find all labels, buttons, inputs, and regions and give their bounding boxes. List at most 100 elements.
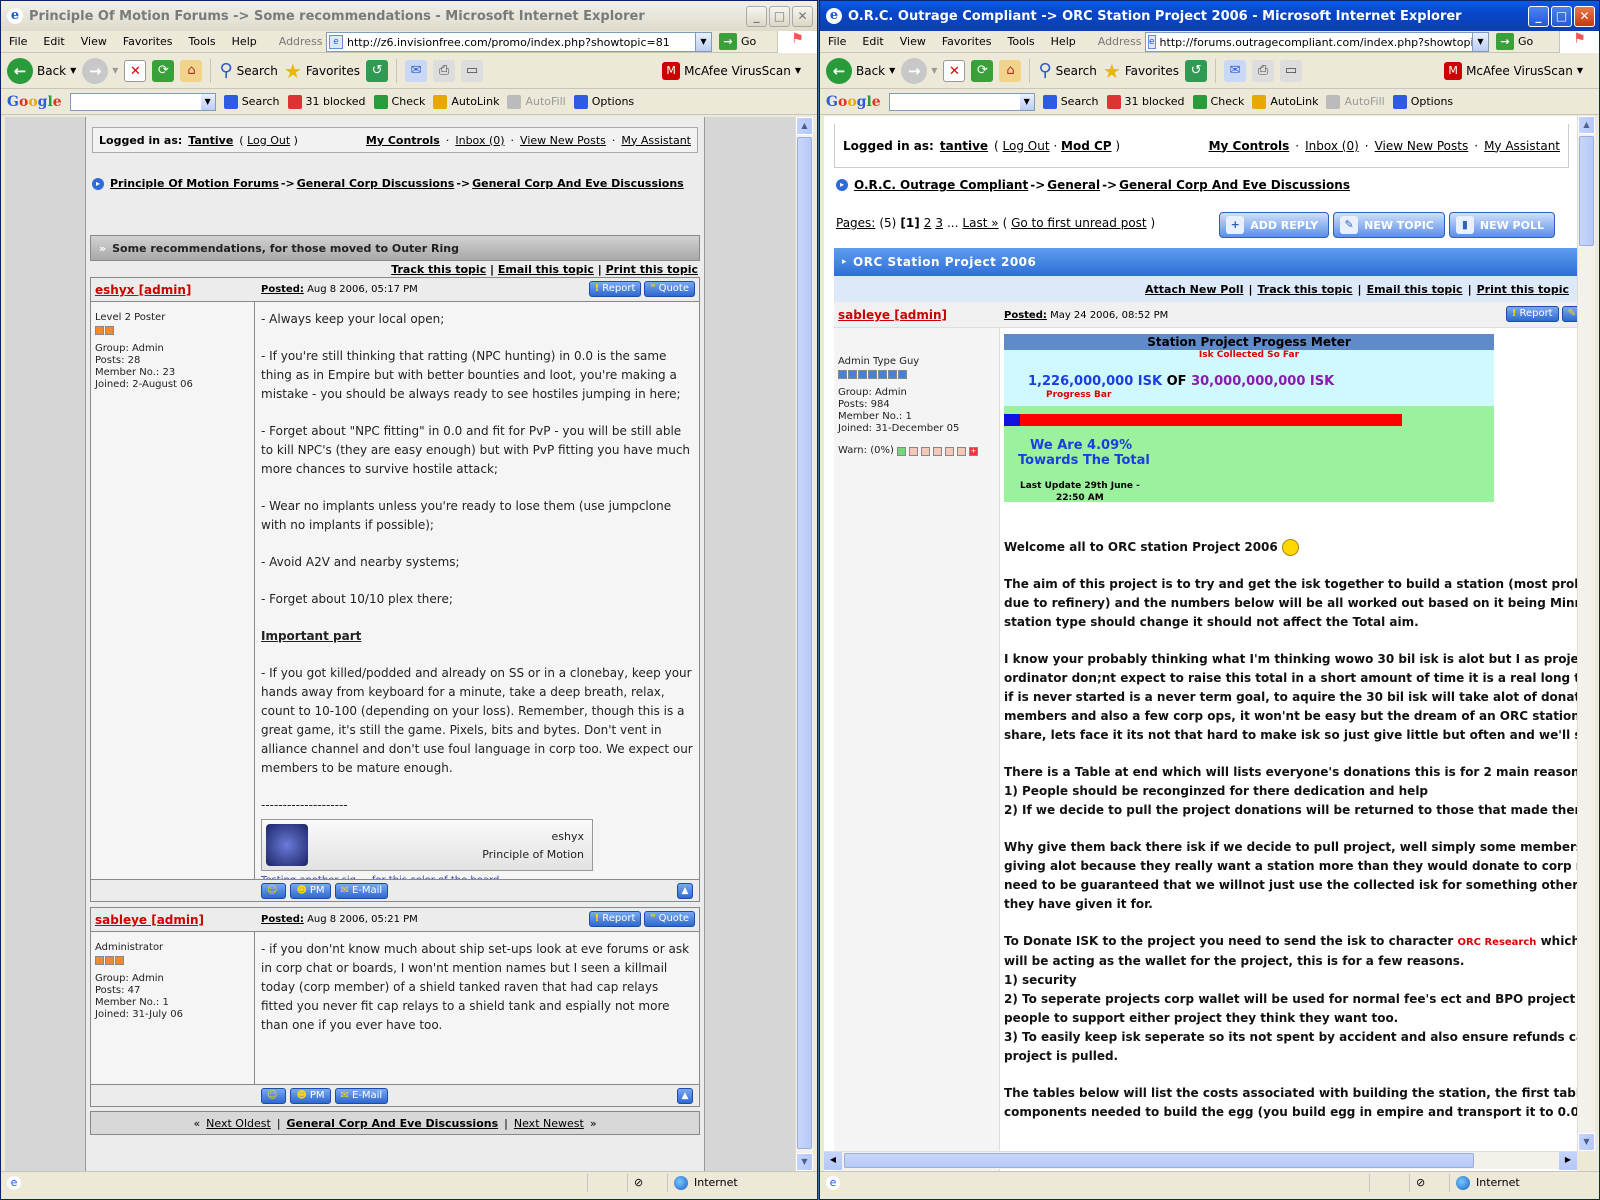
menu-help[interactable]: Help [1043,35,1084,48]
google-logo[interactable]: Google [7,94,62,110]
forward-dropdown-icon[interactable]: ▼ [931,66,937,75]
address-dropdown-icon[interactable]: ▼ [695,33,711,51]
hscroll-thumb[interactable] [844,1153,1474,1168]
attach-poll-link[interactable]: Attach New Poll [1145,283,1243,296]
spellcheck-button[interactable]: Check [1192,94,1244,109]
pm-button[interactable]: ☻ PM [290,883,331,899]
menu-tools[interactable]: Tools [1000,35,1043,48]
back-dropdown-icon[interactable]: ▼ [889,66,895,75]
stop-icon[interactable]: ✕ [124,59,147,82]
mail-icon[interactable]: ✉ [405,59,428,82]
quote-button[interactable]: " Quote [644,281,695,297]
print-icon[interactable]: ⎙ [1252,59,1275,82]
refresh-icon[interactable]: ⟳ [152,59,175,82]
breadcrumb-category[interactable]: General [1047,178,1100,192]
edit-post-button[interactable]: ✎ [1561,306,1577,322]
forward-button[interactable]: → ▼ [82,57,118,84]
mcafee-dropdown-icon[interactable]: ▼ [1577,66,1583,75]
menu-file[interactable]: File [1,35,35,48]
inbox-link[interactable]: Inbox (0) [1305,139,1359,153]
right-titlebar[interactable]: e O.R.C. Outrage Compliant -> ORC Statio… [820,1,1599,31]
autofill-button[interactable]: AutoFill [1326,94,1385,109]
google-search-button[interactable]: Search [223,94,280,109]
menu-tools[interactable]: Tools [181,35,224,48]
print-icon[interactable]: ⎙ [433,59,456,82]
popup-blocker-button[interactable]: 31 blocked [1106,94,1185,109]
go-button[interactable]: → Go [1496,33,1533,50]
menu-help[interactable]: Help [224,35,265,48]
address-input[interactable]: e http://forums.outragecompliant.com/ind… [1145,32,1489,52]
email-button[interactable]: ✉ E-Mail [334,883,389,899]
favorites-button[interactable]: ★ Favorites [1103,59,1179,83]
edit-icon[interactable]: ▭ [461,59,484,82]
next-newest-link[interactable]: Next Newest [514,1117,584,1130]
refresh-icon[interactable]: ⟳ [971,59,994,82]
mail-icon[interactable]: ✉ [1224,59,1247,82]
print-topic-link[interactable]: Print this topic [606,263,698,276]
right-horizontal-scrollbar[interactable]: ◀ ▶ [824,1151,1577,1170]
my-controls-link[interactable]: My Controls [366,134,440,147]
inbox-link[interactable]: Inbox (0) [455,134,504,147]
close-button[interactable]: ✕ [1574,6,1595,27]
my-assistant-link[interactable]: My Assistant [1484,139,1560,153]
next-oldest-link[interactable]: Next Oldest [206,1117,271,1130]
pm-button[interactable]: ☻ PM [290,1088,331,1104]
menu-favorites[interactable]: Favorites [934,35,1000,48]
logout-link[interactable]: Log Out [1003,139,1050,153]
breadcrumb-forum[interactable]: O.R.C. Outrage Compliant [854,178,1028,192]
forward-button[interactable]: → ▼ [901,57,937,84]
maximize-button[interactable]: □ [769,6,790,27]
search-button[interactable]: ⚲ Search [219,60,277,81]
scroll-thumb[interactable] [797,137,812,1149]
logout-link[interactable]: Log Out [247,134,290,147]
page-link[interactable]: 3 [935,216,943,230]
back-dropdown-icon[interactable]: ▼ [70,66,76,75]
post-author-link[interactable]: sableye [admin] [838,308,947,322]
home-icon[interactable]: ⌂ [180,59,203,82]
scroll-top-icon[interactable]: ▲ [677,1088,693,1104]
track-topic-link[interactable]: Track this topic [1258,283,1353,296]
scroll-top-icon[interactable]: ▲ [677,883,693,899]
back-button[interactable]: ← Back ▼ [826,57,895,84]
email-button[interactable]: ✉ E-Mail [334,1088,389,1104]
google-logo[interactable]: Google [826,94,881,110]
profile-button[interactable]: ☺ [261,1088,287,1104]
profile-button[interactable]: ☺ [261,883,287,899]
autofill-button[interactable]: AutoFill [507,94,566,109]
menu-edit[interactable]: Edit [854,35,891,48]
minimize-button[interactable]: _ [1528,6,1549,27]
menu-edit[interactable]: Edit [35,35,72,48]
history-icon[interactable]: ↺ [1185,59,1208,82]
email-topic-link[interactable]: Email this topic [498,263,594,276]
mcafee-button[interactable]: M McAfee VirusScan ▼ [1444,61,1583,80]
breadcrumb-category[interactable]: General Corp Discussions [297,177,455,190]
breadcrumb-subforum[interactable]: General Corp And Eve Discussions [472,177,684,190]
scroll-up-icon[interactable]: ▲ [1578,116,1595,134]
new-topic-button[interactable]: ✎ NEW TOPIC [1333,212,1445,238]
google-dropdown-icon[interactable]: ▼ [200,93,215,110]
options-button[interactable]: Options [1392,94,1453,109]
report-button[interactable]: ! Report [1505,306,1559,322]
my-controls-link[interactable]: My Controls [1209,139,1290,153]
menu-favorites[interactable]: Favorites [115,35,181,48]
scroll-down-icon[interactable]: ▼ [1578,1133,1595,1151]
my-assistant-link[interactable]: My Assistant [621,134,691,147]
stop-icon[interactable]: ✕ [943,59,966,82]
track-topic-link[interactable]: Track this topic [391,263,486,276]
popup-blocker-button[interactable]: 31 blocked [287,94,366,109]
google-dropdown-icon[interactable]: ▼ [1019,93,1034,110]
google-search-input[interactable]: ▼ [69,92,216,111]
menu-file[interactable]: File [820,35,854,48]
forum-link[interactable]: General Corp And Eve Discussions [287,1117,499,1130]
post-author-link[interactable]: sableye [admin] [95,913,204,927]
username-link[interactable]: tantive [940,139,988,153]
search-button[interactable]: ⚲ Search [1038,60,1096,81]
quote-button[interactable]: " Quote [644,911,695,927]
scroll-thumb[interactable] [1579,136,1594,246]
add-reply-button[interactable]: + ADD REPLY [1219,212,1330,238]
new-poll-button[interactable]: ▮ NEW POLL [1448,212,1555,238]
first-unread-link[interactable]: Go to first unread post [1011,216,1147,230]
scroll-left-icon[interactable]: ◀ [824,1152,842,1170]
username-link[interactable]: Tantive [188,134,233,147]
address-dropdown-icon[interactable]: ▼ [1472,33,1488,51]
